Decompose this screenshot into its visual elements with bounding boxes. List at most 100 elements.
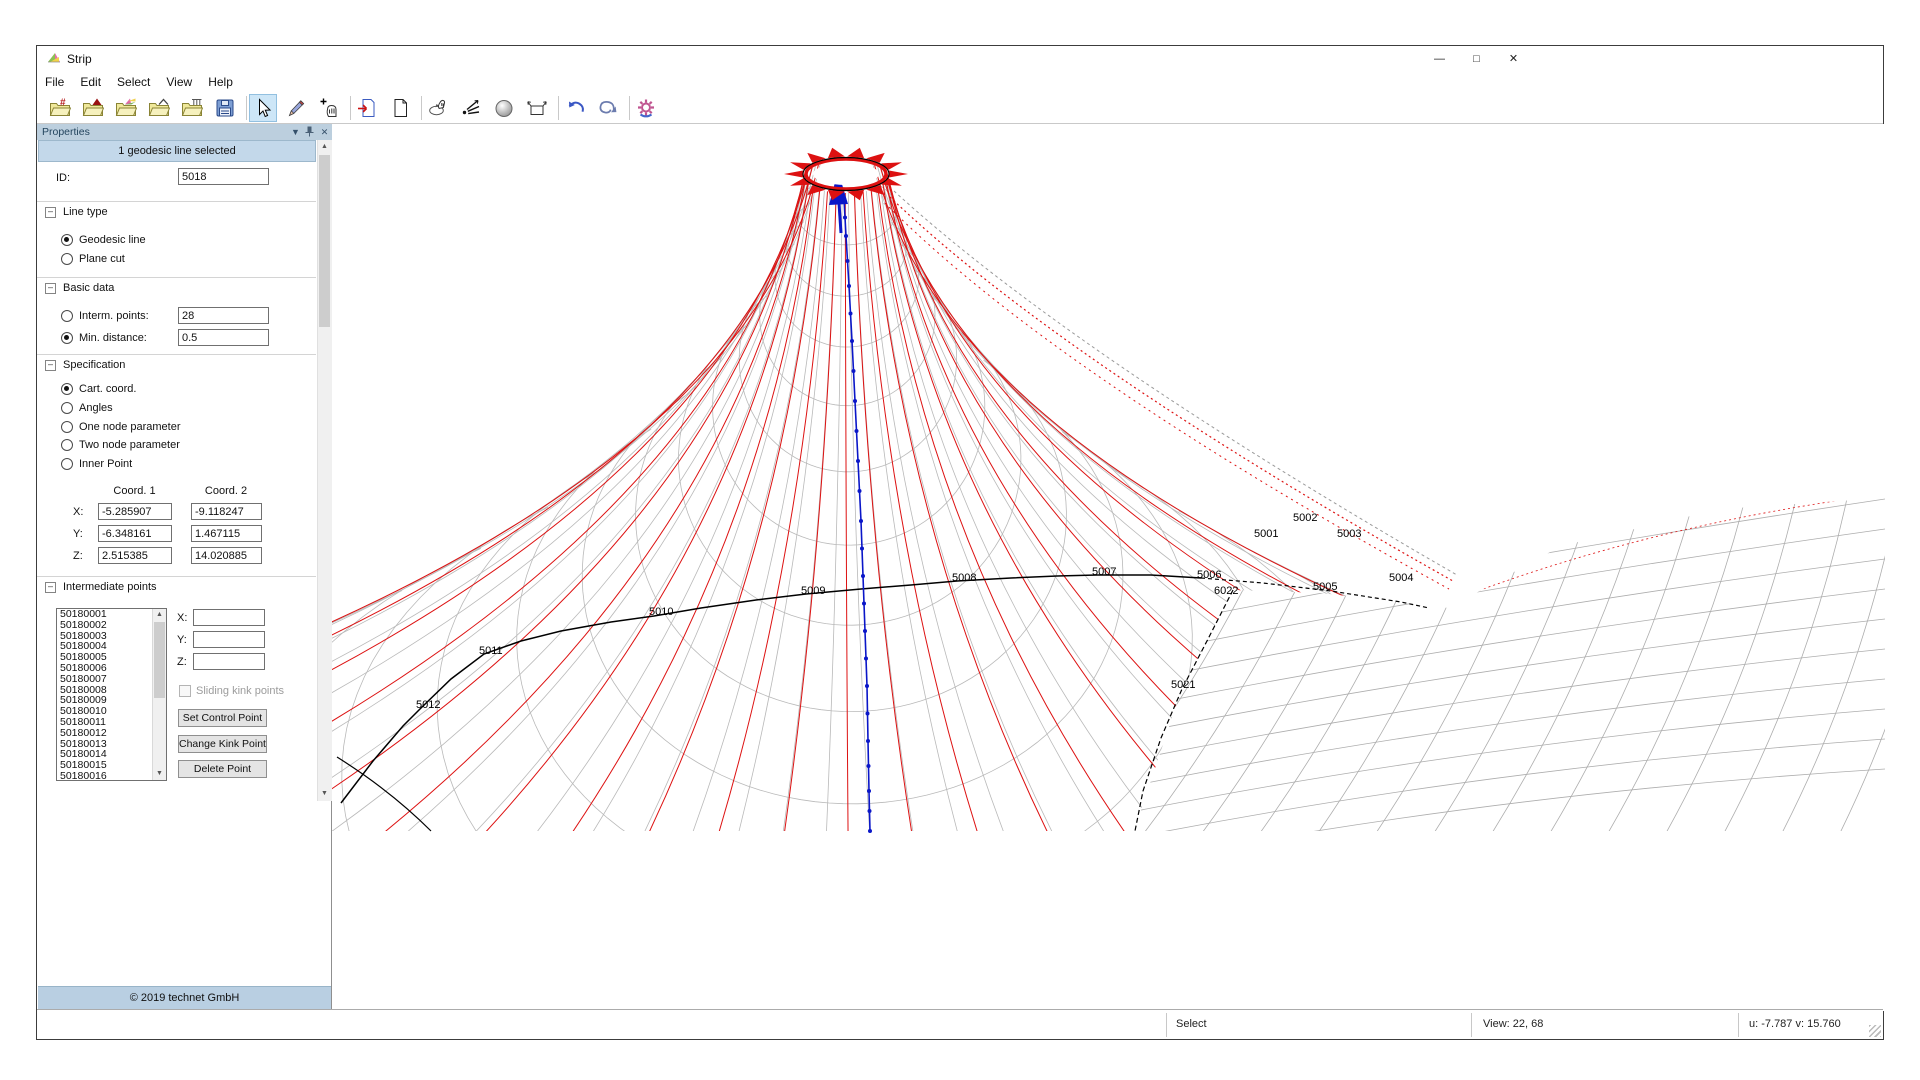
zoom-window-button[interactable]: [523, 94, 551, 122]
scroll-down-icon[interactable]: ▼: [153, 768, 166, 780]
toolbar: #: [37, 92, 1883, 124]
settings-button[interactable]: [632, 94, 660, 122]
list-scrollbar[interactable]: ▲ ▼: [152, 609, 166, 780]
radio-interm-points[interactable]: [61, 310, 73, 322]
redo-button[interactable]: [594, 94, 622, 122]
radio-angles[interactable]: [61, 402, 73, 414]
hand-plus-icon: [318, 97, 340, 119]
collapse-icon[interactable]: –: [45, 582, 56, 593]
interm-points-input[interactable]: [178, 307, 269, 324]
open-pattern-button[interactable]: [178, 94, 206, 122]
node-label: 5004: [1389, 572, 1413, 584]
app-logo-icon: [46, 51, 62, 67]
collapse-icon[interactable]: –: [45, 207, 56, 218]
app-window: Strip — □ ✕ FileEditSelectViewHelp # Pro…: [36, 45, 1884, 1040]
coord2-z-input[interactable]: [191, 547, 262, 564]
open-roof-button[interactable]: [145, 94, 173, 122]
coord2-y-input[interactable]: [191, 525, 262, 542]
node-label: 5006: [1197, 569, 1221, 581]
svg-text:#: #: [60, 98, 66, 109]
drawing-canvas[interactable]: 5010500950085007500660225001500250035005…: [332, 124, 1885, 1011]
point-x-input[interactable]: [193, 609, 265, 626]
panel-title-bar[interactable]: Properties ▼ ✕: [37, 124, 332, 140]
title-bar[interactable]: Strip — □ ✕: [37, 46, 1883, 72]
maximize-button[interactable]: □: [1458, 46, 1495, 72]
radio-one-node[interactable]: [61, 421, 73, 433]
radio-plane-cut-label: Plane cut: [79, 253, 125, 265]
node-label: 5012: [416, 699, 440, 711]
scroll-up-icon[interactable]: ▲: [153, 609, 166, 621]
open-strip-button[interactable]: [112, 94, 140, 122]
close-panel-icon[interactable]: ✕: [318, 126, 331, 138]
coord1-header: Coord. 1: [98, 485, 171, 497]
blank-page-button[interactable]: [386, 94, 414, 122]
point-z-input[interactable]: [193, 653, 265, 670]
folder-roof-icon: [148, 97, 170, 119]
node-label: 5021: [1171, 679, 1195, 691]
radio-geodesic-line[interactable]: [61, 234, 73, 246]
coord2-x-input[interactable]: [191, 503, 262, 520]
menu-item-help[interactable]: Help: [200, 72, 241, 89]
open-mesh-button[interactable]: [79, 94, 107, 122]
radio-cart-coord[interactable]: [61, 383, 73, 395]
change-kink-point-button[interactable]: Change Kink Point: [178, 735, 267, 753]
radio-cart-coord-label: Cart. coord.: [79, 383, 136, 395]
pan-orbit-button[interactable]: [424, 94, 452, 122]
point-y-input[interactable]: [193, 631, 265, 648]
scroll-down-icon[interactable]: ▼: [318, 788, 331, 800]
menu-item-select[interactable]: Select: [109, 72, 158, 89]
radio-min-distance[interactable]: [61, 332, 73, 344]
menu-item-edit[interactable]: Edit: [72, 72, 109, 89]
collapse-icon[interactable]: –: [45, 283, 56, 294]
radio-two-node[interactable]: [61, 439, 73, 451]
resize-grip-icon[interactable]: [1869, 1025, 1881, 1037]
open-geometry-button[interactable]: #: [46, 94, 74, 122]
id-input[interactable]: [178, 168, 269, 185]
draw-button[interactable]: [282, 94, 310, 122]
node-label: 5001: [1254, 528, 1278, 540]
radio-interm-points-label: Interm. points:: [79, 310, 149, 322]
coord1-z-input[interactable]: [98, 547, 172, 564]
pencil-icon: [285, 97, 307, 119]
radio-plane-cut[interactable]: [61, 253, 73, 265]
collapse-icon[interactable]: –: [45, 360, 56, 371]
scroll-thumb[interactable]: [154, 622, 165, 698]
min-distance-input[interactable]: [178, 329, 269, 346]
intermediate-points-list[interactable]: 5018000150180002501800035018000450180005…: [56, 608, 167, 781]
point-x-label: X:: [177, 612, 187, 624]
node-label: 5003: [1337, 528, 1361, 540]
export-page-button[interactable]: [353, 94, 381, 122]
close-button[interactable]: ✕: [1495, 46, 1532, 72]
set-control-point-button[interactable]: Set Control Point: [178, 709, 267, 727]
selection-header: 1 geodesic line selected: [38, 140, 316, 162]
zoom-sphere-button[interactable]: [490, 94, 518, 122]
minimize-button[interactable]: —: [1421, 46, 1458, 72]
scroll-up-icon[interactable]: ▲: [318, 141, 331, 153]
point-z-label: Z:: [177, 656, 187, 668]
panel-scrollbar[interactable]: ▲ ▼: [317, 140, 332, 801]
sliding-kink-checkbox[interactable]: [179, 685, 191, 697]
add-point-button[interactable]: [315, 94, 343, 122]
drawing-svg[interactable]: 5010500950085007500660225001500250035005…: [332, 124, 1885, 1011]
radio-inner-point[interactable]: [61, 458, 73, 470]
undo-button[interactable]: [561, 94, 589, 122]
coord1-y-input[interactable]: [98, 525, 172, 542]
list-item[interactable]: 50180012: [57, 728, 166, 739]
scroll-thumb[interactable]: [319, 155, 330, 327]
zoom-extents-button[interactable]: [457, 94, 485, 122]
list-item[interactable]: 50180002: [57, 620, 166, 631]
delete-point-button[interactable]: Delete Point: [178, 760, 267, 778]
status-view: View: 22, 68: [1483, 1018, 1543, 1030]
menu-item-view[interactable]: View: [158, 72, 200, 89]
menu-item-file[interactable]: File: [37, 72, 72, 89]
list-item[interactable]: 50180007: [57, 674, 166, 685]
chevron-down-icon[interactable]: ▼: [289, 126, 302, 138]
select-button[interactable]: [249, 94, 277, 122]
coord1-x-input[interactable]: [98, 503, 172, 520]
toolbar-separator: [350, 96, 351, 120]
save-button[interactable]: [211, 94, 239, 122]
panel-footer: © 2019 technet GmbH: [38, 986, 331, 1009]
list-item[interactable]: 50180016: [57, 771, 166, 781]
coord2-header: Coord. 2: [191, 485, 261, 497]
pin-icon[interactable]: [303, 126, 316, 138]
